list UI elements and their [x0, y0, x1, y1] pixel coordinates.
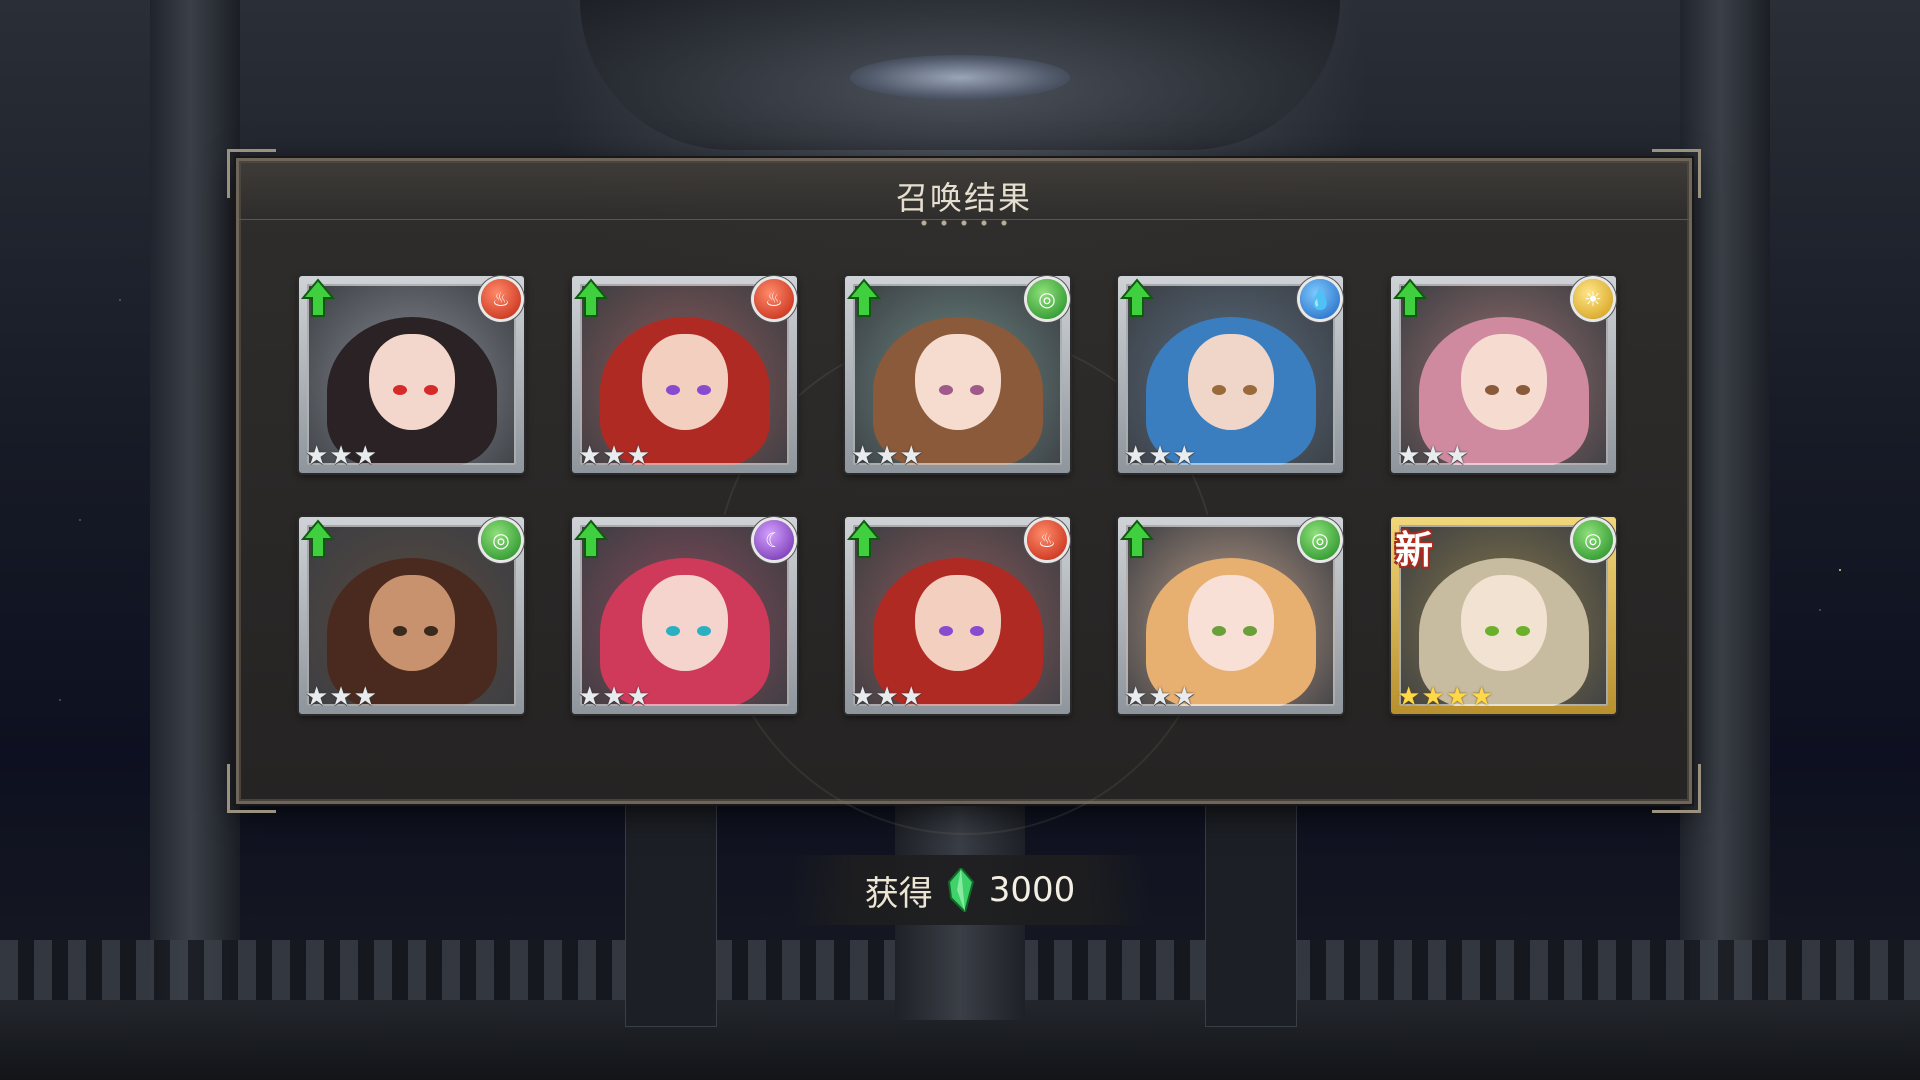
stone-slab-right [1205, 805, 1297, 1027]
character-face [641, 334, 728, 431]
rarity-stars: ★ ★ ★ [1124, 684, 1196, 710]
upgrade-arrow-icon [301, 278, 335, 317]
star-icon: ★ [626, 441, 650, 471]
ceiling-skylight [850, 55, 1070, 100]
star-icon: ★ [1397, 682, 1421, 712]
star-icon: ★ [353, 441, 377, 471]
rarity-stars: ★ ★ ★ [851, 684, 923, 710]
fire-element-icon: ♨ [481, 279, 521, 319]
star-icon: ★ [305, 682, 329, 712]
wind-element-icon: ◎ [1300, 520, 1340, 560]
star-icon: ★ [1124, 682, 1148, 712]
wind-element-icon: ◎ [1573, 520, 1613, 560]
summon-result-panel: 召唤结果 ♨ ★ ★ ★ ♨ ★ ★ ★ ◎ ★ ★ ★ 💧 ★ ★ ★ ☀ ★ ★ ★ ◎ ★ ★ ★ ☾ ★ ★ ★ ♨ ★ ★ ★ ◎ ★ ★… [227, 149, 1701, 835]
character-face [1187, 575, 1274, 672]
star-icon: ★ [578, 441, 602, 471]
character-face [641, 575, 728, 672]
rarity-stars: ★ ★ ★ [578, 443, 650, 469]
character-card[interactable]: ◎ ★ ★ ★ [845, 276, 1070, 473]
star-icon: ★ [1148, 682, 1172, 712]
result-grid: ♨ ★ ★ ★ ♨ ★ ★ ★ ◎ ★ ★ ★ 💧 ★ ★ ★ ☀ ★ ★ ★ ◎ ★ ★ ★ ☾ ★ ★ ★ ♨ ★ ★ ★ ◎ ★ ★ ★ 新 ◎ ★ ★… [299, 276, 1616, 714]
star-icon: ★ [1421, 682, 1445, 712]
star-icon: ★ [1397, 441, 1421, 471]
upgrade-arrow-icon [301, 519, 335, 558]
star-icon: ★ [875, 682, 899, 712]
upgrade-arrow-icon [1120, 519, 1154, 558]
rarity-stars: ★ ★ ★ [305, 443, 377, 469]
character-face [368, 575, 455, 672]
star-icon: ★ [1469, 682, 1494, 712]
wind-element-icon: ◎ [1027, 279, 1067, 319]
character-card[interactable]: ◎ ★ ★ ★ [1118, 517, 1343, 714]
dark-element-icon: ☾ [754, 520, 794, 560]
star-icon: ★ [1445, 441, 1469, 471]
rarity-stars: ★ ★ ★ [305, 684, 377, 710]
star-icon: ★ [578, 682, 602, 712]
star-icon: ★ [1124, 441, 1148, 471]
upgrade-arrow-icon [574, 278, 608, 317]
star-icon: ★ [899, 682, 923, 712]
character-face [1187, 334, 1274, 431]
new-badge: 新 [1395, 528, 1434, 572]
star-icon: ★ [875, 441, 899, 471]
reward-amount: 3000 [988, 870, 1076, 910]
star-icon: ★ [851, 682, 875, 712]
title-ornament [914, 219, 1014, 227]
star-icon: ★ [1421, 441, 1445, 471]
star-icon: ★ [626, 682, 650, 712]
light-element-icon: ☀ [1573, 279, 1613, 319]
star-icon: ★ [1148, 441, 1172, 471]
character-face [1460, 334, 1547, 431]
reward-bar: 获得 3000 [790, 855, 1150, 925]
water-element-icon: 💧 [1300, 279, 1340, 319]
fire-element-icon: ♨ [754, 279, 794, 319]
upgrade-arrow-icon [847, 278, 881, 317]
character-card[interactable]: 💧 ★ ★ ★ [1118, 276, 1343, 473]
stone-slab-left [625, 805, 717, 1027]
star-icon: ★ [353, 682, 377, 712]
star-icon: ★ [1445, 682, 1469, 712]
character-face [368, 334, 455, 431]
upgrade-arrow-icon [1393, 278, 1427, 317]
rarity-stars: ★ ★ ★ [1124, 443, 1196, 469]
star-icon: ★ [305, 441, 329, 471]
character-face [1460, 575, 1547, 672]
panel-corner [1652, 764, 1701, 813]
star-icon: ★ [899, 441, 923, 471]
rarity-stars: ★ ★ ★ [578, 684, 650, 710]
green-crystal-icon [947, 868, 974, 912]
panel-corner [227, 764, 276, 813]
star-icon: ★ [329, 682, 353, 712]
upgrade-arrow-icon [1120, 278, 1154, 317]
upgrade-arrow-icon [574, 519, 608, 558]
upgrade-arrow-icon [847, 519, 881, 558]
character-card[interactable]: ☾ ★ ★ ★ [572, 517, 797, 714]
star-icon: ★ [1172, 441, 1196, 471]
star-icon: ★ [851, 441, 875, 471]
panel-title: 召唤结果 [895, 179, 1032, 217]
character-card[interactable]: ♨ ★ ★ ★ [299, 276, 524, 473]
character-face [914, 575, 1001, 672]
rarity-stars: ★ ★ ★ [1397, 443, 1469, 469]
star-icon: ★ [602, 441, 626, 471]
character-card[interactable]: 新 ◎ ★ ★ ★ ★ [1391, 517, 1616, 714]
character-card[interactable]: ♨ ★ ★ ★ [572, 276, 797, 473]
character-card[interactable]: ♨ ★ ★ ★ [845, 517, 1070, 714]
character-card[interactable]: ◎ ★ ★ ★ [299, 517, 524, 714]
wind-element-icon: ◎ [481, 520, 521, 560]
rarity-stars: ★ ★ ★ ★ [1397, 684, 1493, 710]
character-face [914, 334, 1001, 431]
star-icon: ★ [602, 682, 626, 712]
star-icon: ★ [1172, 682, 1196, 712]
character-card[interactable]: ☀ ★ ★ ★ [1391, 276, 1616, 473]
rarity-stars: ★ ★ ★ [851, 443, 923, 469]
reward-label: 获得 [864, 873, 933, 914]
fire-element-icon: ♨ [1027, 520, 1067, 560]
star-icon: ★ [329, 441, 353, 471]
